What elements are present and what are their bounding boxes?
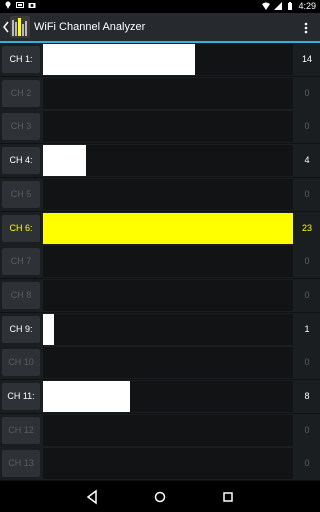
channel-bar-track — [43, 111, 293, 143]
back-arrow-icon[interactable] — [2, 21, 10, 33]
app-title: WiFi Channel Analyzer — [34, 21, 146, 33]
notification-icons — [4, 1, 36, 9]
channel-label: CH 4: — [2, 147, 40, 175]
channel-bar-track — [43, 145, 293, 177]
channel-label: CH 8 — [2, 281, 40, 309]
channel-row[interactable]: CH 6: 23 — [0, 211, 320, 246]
channel-bar — [43, 145, 87, 177]
channel-count: 0 — [304, 87, 310, 98]
channel-bar — [43, 212, 293, 244]
channel-row[interactable]: CH 3 0 — [0, 110, 320, 145]
channel-label: CH 9: — [2, 315, 40, 343]
recents-icon[interactable] — [220, 489, 236, 505]
camera-icon — [28, 3, 36, 8]
channel-bar-track — [43, 448, 293, 480]
channel-label: CH 5 — [2, 180, 40, 208]
channel-label: CH 10 — [2, 349, 40, 377]
channel-row[interactable]: CH 11: 8 — [0, 380, 320, 414]
channel-label: CH 11: — [2, 383, 40, 410]
channel-bar — [43, 381, 130, 412]
channel-bar-track — [43, 381, 293, 412]
channel-bar-track — [43, 246, 293, 278]
channel-count: 1 — [304, 323, 310, 334]
channel-bar-track — [43, 178, 293, 210]
channel-count: 0 — [304, 188, 310, 199]
channel-label: CH 2 — [2, 79, 40, 107]
channel-row[interactable]: CH 9: 1 — [0, 312, 320, 347]
channel-row[interactable]: CH 5 0 — [0, 177, 320, 212]
channel-label: CH 6: — [2, 214, 40, 242]
app-bar: WiFi Channel Analyzer — [0, 13, 320, 43]
channel-label: CH 7 — [2, 248, 40, 276]
channel-count: 4 — [304, 155, 310, 166]
channel-bar-track — [43, 44, 293, 75]
app-logo-icon — [10, 16, 30, 38]
channel-bar-track — [43, 313, 293, 345]
navigation-bar — [0, 481, 320, 512]
channel-label: CH 12 — [2, 416, 40, 444]
channel-row[interactable]: CH 7 0 — [0, 245, 320, 280]
overflow-menu-icon[interactable] — [304, 22, 308, 34]
wifi-icon — [262, 2, 271, 10]
back-icon[interactable] — [84, 489, 100, 505]
channel-count: 14 — [301, 54, 312, 64]
channel-row[interactable]: CH 8 0 — [0, 278, 320, 313]
channel-bar — [43, 44, 196, 75]
channel-row[interactable]: CH 13 0 — [0, 447, 320, 482]
system-icons: 4:29 — [262, 1, 316, 11]
home-icon[interactable] — [152, 489, 168, 505]
channel-bar — [43, 313, 54, 345]
channel-row[interactable]: CH 4: 4 — [0, 144, 320, 179]
signal-icon — [274, 2, 283, 10]
battery-icon — [288, 2, 293, 10]
channel-bar-track — [43, 347, 293, 379]
channel-list[interactable]: CH 1: 14 CH 2 0 CH 3 0 CH 4: 4 CH 5 0 CH 6: 23 CH 7 0… — [0, 43, 320, 482]
channel-count: 0 — [304, 256, 310, 267]
channel-label: CH 1: — [2, 46, 40, 73]
channel-bar-track — [43, 279, 293, 311]
channel-row[interactable]: CH 1: 14 — [0, 43, 320, 77]
channel-count: 8 — [304, 391, 310, 401]
channel-count: 23 — [301, 222, 312, 233]
channel-label: CH 3 — [2, 113, 40, 141]
location-icon — [5, 1, 11, 9]
clock: 4:29 — [298, 1, 316, 11]
channel-count: 0 — [304, 424, 310, 435]
channel-bar-track — [43, 212, 293, 244]
channel-row[interactable]: CH 10 0 — [0, 346, 320, 381]
status-bar: 4:29 — [0, 0, 320, 13]
channel-count: 0 — [304, 121, 310, 132]
channel-count: 0 — [304, 289, 310, 300]
channel-row[interactable]: CH 12 0 — [0, 413, 320, 448]
channel-bar-track — [43, 414, 293, 446]
gallery-icon — [16, 2, 24, 8]
channel-count: 0 — [304, 458, 310, 469]
channel-label: CH 13 — [2, 450, 40, 478]
channel-row[interactable]: CH 2 0 — [0, 76, 320, 111]
channel-count: 0 — [304, 357, 310, 368]
channel-bar-track — [43, 77, 293, 109]
